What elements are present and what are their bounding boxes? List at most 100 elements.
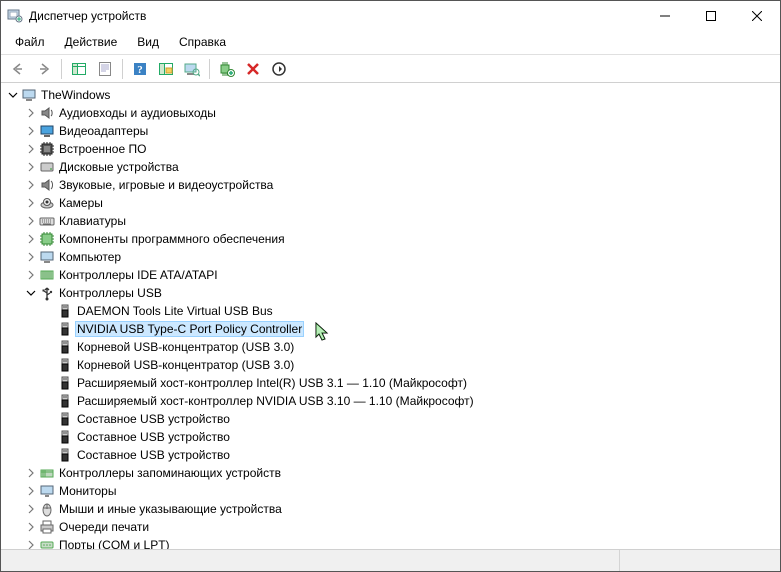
tree-item[interactable]: Дисковые устройства	[5, 158, 780, 176]
tree-item[interactable]: Звуковые, игровые и видеоустройства	[5, 176, 780, 194]
expand-collapse-toggle[interactable]	[23, 249, 39, 265]
expand-collapse-toggle[interactable]	[5, 87, 21, 103]
toolbar-scan-hardware-button[interactable]	[180, 57, 204, 81]
tree-item[interactable]: Расширяемый хост-контроллер Intel(R) USB…	[5, 374, 780, 392]
menu-help[interactable]: Справка	[171, 33, 234, 52]
tree-item[interactable]: Компьютер	[5, 248, 780, 266]
computer-icon	[39, 249, 55, 265]
printqueue-icon	[39, 519, 55, 535]
toolbar-forward-button[interactable]	[32, 57, 56, 81]
expand-collapse-toggle[interactable]	[23, 465, 39, 481]
tree-item[interactable]: Клавиатуры	[5, 212, 780, 230]
tree-item[interactable]: Порты (COM и LPT)	[5, 536, 780, 549]
tree-item-label: DAEMON Tools Lite Virtual USB Bus	[75, 304, 275, 318]
expand-collapse-toggle[interactable]	[23, 177, 39, 193]
toolbar-back-button[interactable]	[6, 57, 30, 81]
statusbar-pane-left	[1, 550, 620, 571]
tree-item[interactable]: Видеоадаптеры	[5, 122, 780, 140]
tree-item[interactable]: Компоненты программного обеспечения	[5, 230, 780, 248]
statusbar-pane-right	[620, 550, 780, 571]
content-pane: TheWindows Аудиовходы и аудиовыходы Видеоа…	[1, 83, 780, 549]
toolbar-show-hide-tree-button[interactable]	[67, 57, 91, 81]
tree-item-label: Составное USB устройство	[75, 430, 232, 444]
tree-item-label: Компьютер	[57, 250, 123, 264]
toolbar-separator	[122, 59, 123, 79]
tree-item[interactable]: Аудиовходы и аудиовыходы	[5, 104, 780, 122]
tree-item[interactable]: Контроллеры IDE ATA/ATAPI	[5, 266, 780, 284]
toolbar: ?	[1, 55, 780, 83]
usb-device-icon	[57, 393, 73, 409]
tree-item-label: Контроллеры IDE ATA/ATAPI	[57, 268, 220, 282]
tree-item[interactable]: DAEMON Tools Lite Virtual USB Bus	[5, 302, 780, 320]
tree-item-label: Контроллеры USB	[57, 286, 164, 300]
svg-text:?: ?	[137, 64, 143, 76]
tree-item[interactable]: Мыши и иные указывающие устройства	[5, 500, 780, 518]
tree-item[interactable]: Камеры	[5, 194, 780, 212]
tree-item[interactable]: NVIDIA USB Type-C Port Policy Controller	[5, 320, 780, 338]
maximize-button[interactable]	[688, 1, 734, 31]
tree-item[interactable]: Составное USB устройство	[5, 410, 780, 428]
port-icon	[39, 537, 55, 549]
tree-item-label: Контроллеры запоминающих устройств	[57, 466, 283, 480]
menu-action[interactable]: Действие	[57, 33, 126, 52]
toolbar-disable-button[interactable]	[267, 57, 291, 81]
tree-item[interactable]: TheWindows	[5, 86, 780, 104]
toolbar-add-legacy-button[interactable]	[215, 57, 239, 81]
camera-icon	[39, 195, 55, 211]
expand-collapse-toggle[interactable]	[23, 285, 39, 301]
tree-item-label: Мыши и иные указывающие устройства	[57, 502, 284, 516]
toolbar-help-button[interactable]: ?	[128, 57, 152, 81]
expand-collapse-toggle[interactable]	[23, 213, 39, 229]
usb-device-icon	[57, 339, 73, 355]
expand-collapse-toggle[interactable]	[23, 483, 39, 499]
tree-item-label: Камеры	[57, 196, 105, 210]
tree-item-label: Аудиовходы и аудиовыходы	[57, 106, 218, 120]
tree-item[interactable]: Расширяемый хост-контроллер NVIDIA USB 3…	[5, 392, 780, 410]
tree-item-label: Дисковые устройства	[57, 160, 181, 174]
expand-collapse-toggle[interactable]	[23, 501, 39, 517]
expand-collapse-toggle[interactable]	[23, 519, 39, 535]
tree-item-label: Составное USB устройство	[75, 448, 232, 462]
tree-item[interactable]: Корневой USB-концентратор (USB 3.0)	[5, 338, 780, 356]
toolbar-uninstall-button[interactable]	[241, 57, 265, 81]
close-button[interactable]	[734, 1, 780, 31]
audio-icon	[39, 105, 55, 121]
menu-view[interactable]: Вид	[129, 33, 167, 52]
expand-collapse-toggle[interactable]	[23, 159, 39, 175]
usb-device-icon	[57, 375, 73, 391]
tree-item[interactable]: Корневой USB-концентратор (USB 3.0)	[5, 356, 780, 374]
tree-item-label: Очереди печати	[57, 520, 151, 534]
keyboard-icon	[39, 213, 55, 229]
expand-collapse-toggle[interactable]	[23, 105, 39, 121]
expand-collapse-toggle[interactable]	[23, 231, 39, 247]
toolbar-separator	[209, 59, 210, 79]
tree-item[interactable]: Очереди печати	[5, 518, 780, 536]
usb-device-icon	[57, 357, 73, 373]
menubar: Файл Действие Вид Справка	[1, 31, 780, 55]
tree-item-label: Корневой USB-концентратор (USB 3.0)	[75, 358, 296, 372]
toolbar-properties-button[interactable]	[93, 57, 117, 81]
expand-collapse-toggle[interactable]	[23, 267, 39, 283]
app-icon	[7, 8, 23, 24]
tree-item[interactable]: Контроллеры USB	[5, 284, 780, 302]
tree-item[interactable]: Составное USB устройство	[5, 428, 780, 446]
expand-collapse-toggle[interactable]	[23, 141, 39, 157]
expand-collapse-toggle[interactable]	[23, 123, 39, 139]
device-tree[interactable]: TheWindows Аудиовходы и аудиовыходы Видеоа…	[1, 84, 780, 549]
tree-item-label: Звуковые, игровые и видеоустройства	[57, 178, 275, 192]
toolbar-update-driver-button[interactable]	[154, 57, 178, 81]
tree-item[interactable]: Встроенное ПО	[5, 140, 780, 158]
tree-item[interactable]: Составное USB устройство	[5, 446, 780, 464]
usb-device-icon	[57, 303, 73, 319]
tree-item[interactable]: Контроллеры запоминающих устройств	[5, 464, 780, 482]
expand-collapse-toggle[interactable]	[23, 195, 39, 211]
usb-device-icon	[57, 321, 73, 337]
minimize-button[interactable]	[642, 1, 688, 31]
mouse-icon	[39, 501, 55, 517]
expand-collapse-toggle[interactable]	[23, 537, 39, 549]
tree-item[interactable]: Мониторы	[5, 482, 780, 500]
usb-device-icon	[57, 447, 73, 463]
tree-item-label: Корневой USB-концентратор (USB 3.0)	[75, 340, 296, 354]
toolbar-separator	[61, 59, 62, 79]
menu-file[interactable]: Файл	[7, 33, 53, 52]
